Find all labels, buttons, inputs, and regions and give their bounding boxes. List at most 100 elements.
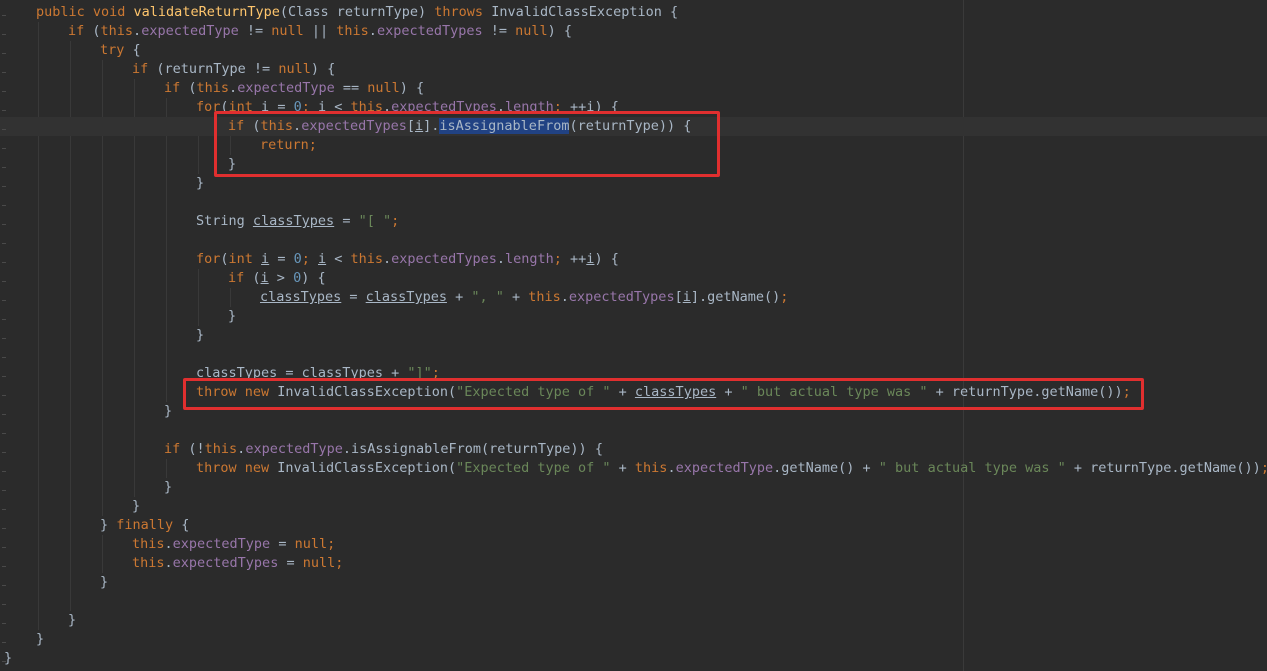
code-line[interactable]: if (this.expectedType != null || this.ex… bbox=[0, 22, 1267, 41]
code-token: classTypes bbox=[365, 289, 447, 305]
code-line[interactable]: } finally { bbox=[0, 516, 1267, 535]
code-text: } bbox=[196, 326, 204, 345]
code-line[interactable]: if (i > 0) { bbox=[0, 269, 1267, 288]
gutter-fold-marker bbox=[2, 243, 6, 244]
code-token: . bbox=[368, 23, 377, 39]
code-token: .getName() + bbox=[773, 460, 879, 476]
code-token: expectedType bbox=[141, 23, 239, 39]
code-token: != bbox=[482, 23, 516, 39]
code-line[interactable]: } bbox=[0, 326, 1267, 345]
code-text: if (!this.expectedType.isAssignableFrom(… bbox=[164, 440, 603, 459]
code-line[interactable]: this.expectedType = null; bbox=[0, 535, 1267, 554]
gutter-fold-marker bbox=[2, 642, 6, 643]
gutter-fold-marker bbox=[2, 509, 6, 510]
code-token: 0 bbox=[293, 251, 302, 267]
code-text: } bbox=[164, 402, 172, 421]
code-token: ) { bbox=[301, 270, 326, 286]
code-token: expectedType bbox=[237, 80, 335, 96]
code-line[interactable]: if (this.expectedType == null) { bbox=[0, 79, 1267, 98]
code-line[interactable] bbox=[0, 421, 1267, 440]
code-text: this.expectedType = null; bbox=[132, 535, 335, 554]
code-token: public void bbox=[36, 4, 134, 20]
code-token: null bbox=[367, 80, 400, 96]
code-token: i bbox=[260, 270, 269, 286]
code-line[interactable]: } bbox=[0, 573, 1267, 592]
code-token: = bbox=[341, 289, 366, 305]
code-line[interactable]: } bbox=[0, 307, 1267, 326]
code-token: classTypes bbox=[260, 289, 342, 305]
code-token: expectedType bbox=[172, 536, 271, 552]
code-token: if bbox=[164, 441, 189, 457]
gutter-fold-marker bbox=[2, 585, 6, 586]
code-token: expectedTypes bbox=[568, 289, 675, 305]
code-token: } bbox=[196, 327, 205, 343]
code-line[interactable] bbox=[0, 231, 1267, 250]
gutter-fold-marker bbox=[2, 281, 6, 282]
code-token: expectedTypes bbox=[391, 251, 497, 267]
code-line[interactable]: throw new InvalidClassException("Expecte… bbox=[0, 459, 1267, 478]
code-token: . bbox=[667, 460, 676, 476]
code-text: if (i > 0) { bbox=[228, 269, 326, 288]
code-token: . bbox=[229, 80, 238, 96]
code-token: i bbox=[317, 251, 327, 267]
code-text: } bbox=[4, 649, 12, 668]
code-line[interactable]: if (!this.expectedType.isAssignableFrom(… bbox=[0, 440, 1267, 459]
code-token: } bbox=[164, 403, 173, 419]
code-token: || bbox=[303, 23, 337, 39]
code-editor[interactable]: public void validateReturnType(Class ret… bbox=[0, 0, 1267, 671]
code-line[interactable]: public void validateReturnType(Class ret… bbox=[0, 3, 1267, 22]
code-token: this bbox=[350, 251, 384, 267]
code-token: = bbox=[278, 555, 303, 571]
code-token: (returnType != bbox=[156, 61, 279, 77]
code-text: } bbox=[100, 573, 108, 592]
code-token: expectedTypes bbox=[376, 23, 483, 39]
gutter-fold-marker bbox=[2, 338, 6, 339]
code-token: expectedTypes bbox=[172, 555, 279, 571]
gutter-fold-marker bbox=[2, 604, 6, 605]
gutter-fold-marker bbox=[2, 34, 6, 35]
code-token: } bbox=[196, 175, 205, 191]
code-line[interactable]: } bbox=[0, 611, 1267, 630]
highlight-box-throw-statement bbox=[183, 378, 1144, 410]
code-line[interactable]: classTypes = classTypes + ", " + this.ex… bbox=[0, 288, 1267, 307]
code-text: if (this.expectedType != null || this.ex… bbox=[68, 22, 572, 41]
gutter-fold-marker bbox=[2, 471, 6, 472]
code-token: .isAssignableFrom(returnType)) { bbox=[342, 441, 603, 457]
code-line[interactable] bbox=[0, 345, 1267, 364]
code-line[interactable]: if (returnType != null) { bbox=[0, 60, 1267, 79]
code-line[interactable] bbox=[0, 193, 1267, 212]
code-line[interactable] bbox=[0, 592, 1267, 611]
code-line[interactable]: } bbox=[0, 649, 1267, 668]
code-token: i bbox=[682, 289, 691, 305]
code-text: classTypes = classTypes + ", " + this.ex… bbox=[260, 288, 788, 307]
code-token: = bbox=[334, 213, 359, 229]
code-token: 0 bbox=[293, 270, 302, 286]
code-text: String classTypes = "[ "; bbox=[196, 212, 399, 231]
gutter-fold-marker bbox=[2, 528, 6, 529]
gutter-fold-marker bbox=[2, 148, 6, 149]
gutter-fold-marker bbox=[2, 129, 6, 130]
code-line[interactable]: try { bbox=[0, 41, 1267, 60]
gutter-fold-marker bbox=[2, 547, 6, 548]
code-line[interactable]: } bbox=[0, 497, 1267, 516]
code-token: = bbox=[270, 536, 295, 552]
code-token: null; bbox=[294, 536, 336, 552]
code-token: + returnType.getName()) bbox=[1065, 460, 1261, 476]
code-line[interactable]: } bbox=[0, 478, 1267, 497]
code-token: finally bbox=[116, 517, 182, 533]
code-line[interactable]: for(int i = 0; i < this.expectedTypes.le… bbox=[0, 250, 1267, 269]
code-token: = bbox=[269, 251, 294, 267]
code-token: } bbox=[100, 517, 117, 533]
code-token: ( bbox=[188, 80, 197, 96]
code-token: expectedType bbox=[245, 441, 343, 457]
code-text: } bbox=[68, 611, 76, 630]
code-line[interactable]: } bbox=[0, 630, 1267, 649]
code-token: ; bbox=[301, 251, 318, 267]
code-line[interactable]: this.expectedTypes = null; bbox=[0, 554, 1267, 573]
code-token: (Class returnType) bbox=[279, 4, 435, 20]
code-token: < bbox=[326, 251, 351, 267]
code-token: validateReturnType bbox=[133, 4, 280, 20]
gutter-fold-marker bbox=[2, 205, 6, 206]
code-token: ", " bbox=[471, 289, 504, 305]
code-line[interactable]: String classTypes = "[ "; bbox=[0, 212, 1267, 231]
